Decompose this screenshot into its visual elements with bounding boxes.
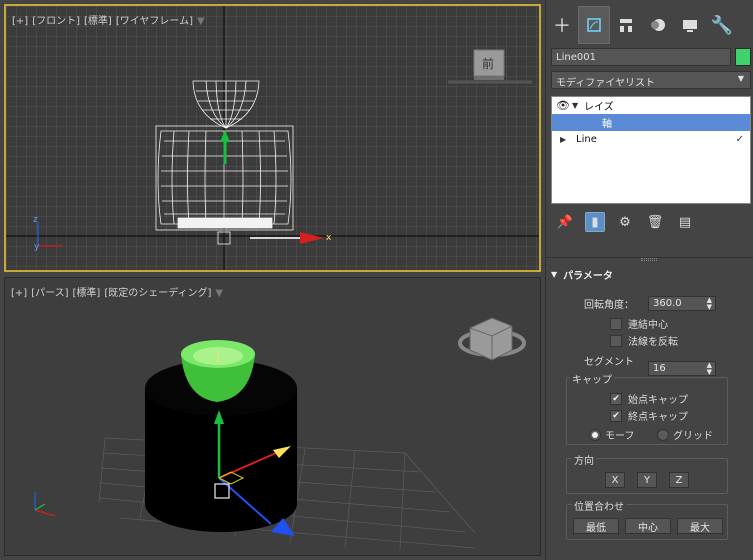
stack-item-label: Line	[576, 134, 597, 145]
corner-z-label: z	[33, 215, 38, 225]
weld-core-row: 連結中心	[610, 316, 668, 331]
object-color-swatch[interactable]	[735, 48, 751, 66]
vp-menu-view[interactable]: [フロント]	[32, 16, 80, 27]
front-viewport[interactable]: x z y 前 [+] [フロント] [標準] [ワイヤフレーム] ▼	[4, 4, 541, 272]
parameters-rollout-header[interactable]: ▼ パラメータ	[551, 266, 746, 282]
display-tab-icon[interactable]	[674, 6, 706, 44]
chevron-down-icon: ▼	[737, 74, 744, 83]
align-min-label: 最低	[586, 522, 606, 534]
grid-row: グリッド	[657, 427, 713, 442]
corner-y-label: y	[34, 242, 40, 252]
collapse-triangle-icon: ▼	[551, 269, 558, 279]
cap-end-checkbox[interactable]: ✔	[610, 409, 622, 422]
hierarchy-tab-icon[interactable]	[610, 6, 642, 44]
flip-normals-label: 法線を反転	[628, 337, 678, 348]
vp-menu-standard[interactable]: [標準]	[84, 16, 112, 27]
vp-menu-shading[interactable]: [ワイヤフレーム]	[116, 16, 193, 27]
filter-icon[interactable]: ▼	[197, 16, 205, 27]
perspective-viewport[interactable]: [+] [パース] [標準] [既定のシェーディング] ▼	[4, 277, 541, 556]
weld-core-checkbox[interactable]	[610, 317, 622, 330]
flip-normals-checkbox[interactable]	[610, 334, 622, 347]
segments-spinner[interactable]: 16 ▲ ▼	[648, 360, 716, 376]
object-name-input[interactable]	[551, 48, 731, 66]
grid-radio[interactable]	[657, 428, 669, 441]
capping-title: キャップ	[570, 371, 614, 386]
direction-y-button[interactable]: Y	[637, 472, 657, 488]
weld-core-label: 連結中心	[628, 320, 668, 331]
motion-tab-icon[interactable]	[642, 6, 674, 44]
grid-label: グリッド	[673, 431, 713, 442]
persp-viewport-label[interactable]: [+] [パース] [標準] [既定のシェーディング] ▼	[11, 284, 227, 299]
stack-item-label: 軸	[602, 119, 612, 130]
eye-icon[interactable]: 👁	[556, 99, 572, 112]
rotation-row: 回転角度： 360.0 ▲ ▼	[584, 296, 716, 311]
stack-toolbar: 📌 ▮ ⚙ 🗑 ▤	[551, 210, 751, 234]
morph-label: モーフ	[605, 431, 635, 442]
direction-z-button[interactable]: Z	[669, 472, 689, 488]
viewcube-face-label: 前	[482, 56, 494, 71]
expand-triangle-icon[interactable]: ▼	[572, 101, 584, 110]
spinner-arrows-icon[interactable]: ▲ ▼	[707, 361, 712, 376]
stack-item-axis[interactable]: 軸	[552, 114, 750, 131]
rotation-label: 回転角度：	[584, 300, 634, 311]
modify-tab-icon[interactable]	[578, 6, 610, 44]
align-title: 位置合わせ	[572, 498, 626, 513]
align-max-label: 最大	[690, 522, 710, 534]
vp-menu-shading[interactable]: [既定のシェーディング]	[104, 288, 211, 299]
flip-normals-row: 法線を反転	[610, 333, 678, 348]
align-max-button[interactable]: 最大	[677, 518, 723, 534]
cap-start-checkbox[interactable]: ✔	[610, 392, 622, 405]
cap-start-row: ✔ 始点キャップ	[610, 391, 688, 406]
front-viewport-canvas[interactable]: x z y 前	[6, 6, 541, 272]
morph-row: モーフ	[589, 427, 634, 442]
vp-menu-plus[interactable]: [+]	[11, 288, 27, 299]
vp-menu-view[interactable]: [パース]	[31, 288, 68, 299]
pin-stack-icon[interactable]: 📌	[555, 212, 575, 232]
modifier-list-dropdown[interactable]: モディファイヤリスト ▼	[551, 71, 751, 89]
modifier-list-label: モディファイヤリスト	[556, 78, 655, 89]
morph-radio[interactable]	[589, 428, 601, 441]
command-panel-tabs: ＋ 🔧	[546, 6, 753, 44]
configure-sets-icon[interactable]: ▤	[675, 212, 695, 232]
make-unique-icon[interactable]: ⚙	[615, 212, 635, 232]
modifier-stack[interactable]: 👁 ▼ レイズ 軸 ▶ Line ✓	[551, 96, 751, 204]
utilities-tab-icon[interactable]: 🔧	[706, 6, 738, 44]
align-center-button[interactable]: 中心	[625, 518, 671, 534]
align-min-button[interactable]: 最低	[573, 518, 619, 534]
direction-x-label: X	[611, 474, 619, 486]
wrench-icon: ✓	[735, 134, 744, 145]
direction-y-label: Y	[643, 474, 651, 486]
segments-value[interactable]: 16	[653, 363, 666, 374]
direction-z-label: Z	[675, 474, 683, 486]
object-name-row	[551, 48, 751, 66]
parameters-title: パラメータ	[563, 270, 613, 282]
cap-end-label: 終点キャップ	[628, 412, 688, 423]
viewcube-persp[interactable]	[458, 317, 526, 361]
panel-resize-handle[interactable]	[641, 258, 657, 261]
front-viewport-label[interactable]: [+] [フロント] [標準] [ワイヤフレーム] ▼	[12, 12, 209, 27]
direction-x-button[interactable]: X	[605, 472, 625, 488]
vp-menu-plus[interactable]: [+]	[12, 16, 28, 27]
stack-item-label: レイズ	[584, 102, 614, 113]
command-panel: ＋ 🔧 モディファイヤリスト ▼ 👁 ▼ レイズ 軸 ▶	[545, 0, 753, 560]
spinner-arrows-icon[interactable]: ▲ ▼	[707, 297, 712, 311]
create-tab-icon[interactable]: ＋	[546, 6, 578, 44]
remove-modifier-icon[interactable]: 🗑	[645, 212, 665, 232]
gizmo-x-label: x	[326, 233, 332, 243]
rotation-value[interactable]: 360.0	[653, 298, 682, 309]
vp-menu-standard[interactable]: [標準]	[73, 288, 101, 299]
expand-triangle-icon[interactable]: ▶	[560, 135, 572, 144]
stack-item-lathe[interactable]: 👁 ▼ レイズ	[552, 97, 750, 114]
cap-end-row: ✔ 終点キャップ	[610, 408, 688, 423]
cap-start-label: 始点キャップ	[628, 395, 688, 406]
perspective-viewport-canvas[interactable]	[5, 278, 541, 556]
stack-item-line[interactable]: ▶ Line ✓	[552, 131, 750, 148]
direction-title: 方向	[572, 452, 596, 467]
rotation-spinner[interactable]: 360.0 ▲ ▼	[648, 296, 716, 311]
align-center-label: 中心	[638, 522, 658, 534]
filter-icon[interactable]: ▼	[215, 288, 223, 299]
show-end-result-icon[interactable]: ▮	[585, 212, 605, 232]
